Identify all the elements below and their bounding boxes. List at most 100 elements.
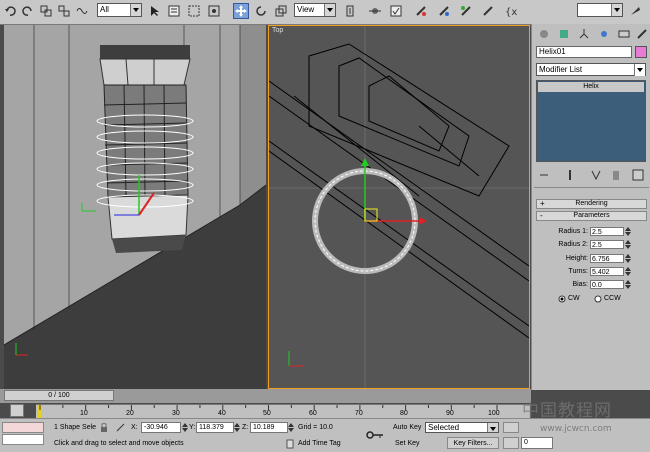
absolute-mode-icon[interactable] bbox=[116, 423, 126, 432]
angle-snap-icon[interactable] bbox=[413, 3, 429, 19]
pin-stack-icon[interactable] bbox=[536, 167, 552, 183]
spinner-icon[interactable] bbox=[625, 240, 631, 249]
time-tag-icon[interactable] bbox=[286, 439, 294, 449]
object-color-swatch[interactable] bbox=[635, 46, 647, 58]
redo-icon[interactable] bbox=[20, 3, 36, 19]
selection-filter-value: All bbox=[100, 5, 109, 14]
material-editor-icon[interactable] bbox=[627, 3, 643, 19]
rect-selection-icon[interactable] bbox=[186, 3, 202, 19]
tick-label: 30 bbox=[172, 410, 180, 417]
param-turns: Turns: 5.402 bbox=[536, 267, 648, 278]
parameters-rollout[interactable]: - Parameters bbox=[536, 211, 647, 221]
pivot-icon[interactable] bbox=[342, 3, 358, 19]
spinner-icon[interactable] bbox=[625, 227, 631, 236]
undo-icon[interactable] bbox=[2, 3, 18, 19]
named-selection-sets-dropdown[interactable] bbox=[577, 3, 623, 17]
select-move-icon[interactable] bbox=[233, 3, 249, 19]
perspective-viewport[interactable] bbox=[4, 25, 266, 389]
cw-radio[interactable]: CW bbox=[558, 294, 588, 304]
snap-icon[interactable] bbox=[388, 3, 404, 19]
param-value-field[interactable]: 5.402 bbox=[590, 267, 624, 276]
modifier-stack[interactable]: Helix bbox=[536, 80, 646, 162]
y-value: 118.379 bbox=[199, 424, 224, 431]
key-mode-dropdown[interactable]: Selected bbox=[425, 422, 499, 433]
maxscript-listener[interactable] bbox=[2, 422, 44, 433]
z-value: 10.189 bbox=[253, 424, 275, 431]
modifier-list-dropdown[interactable]: Modifier List bbox=[536, 63, 646, 76]
param-label: Radius 1: bbox=[558, 228, 588, 235]
spinner-icon[interactable] bbox=[625, 267, 631, 276]
param-radius2: Radius 2: 2.5 bbox=[536, 240, 648, 251]
tick-label: 70 bbox=[355, 410, 363, 417]
add-time-tag-button[interactable]: Add Time Tag bbox=[298, 440, 341, 447]
z-coordinate-field[interactable]: 10.189 bbox=[250, 422, 288, 433]
utilities-tab-icon[interactable] bbox=[634, 26, 650, 42]
param-bias: Bias: 0.0 bbox=[536, 280, 648, 291]
stack-item-helix[interactable]: Helix bbox=[538, 82, 644, 92]
spinner-icon[interactable] bbox=[288, 422, 294, 433]
minus-icon: - bbox=[540, 211, 543, 220]
mirror-icon[interactable] bbox=[367, 3, 383, 19]
select-by-name-icon[interactable] bbox=[166, 3, 182, 19]
create-tab-icon[interactable] bbox=[536, 26, 552, 42]
hierarchy-tab-icon[interactable] bbox=[576, 26, 592, 42]
object-name-field[interactable]: Helix01 bbox=[536, 46, 632, 58]
display-tab-icon[interactable] bbox=[616, 26, 632, 42]
param-label: Radius 2: bbox=[558, 241, 588, 248]
key-icon[interactable] bbox=[366, 431, 384, 439]
motion-tab-icon[interactable] bbox=[596, 26, 612, 42]
toggle-key-mode-icon[interactable] bbox=[503, 437, 519, 449]
chevron-down-icon bbox=[130, 4, 141, 16]
select-link-icon[interactable] bbox=[38, 3, 54, 19]
current-frame-field[interactable]: 0 bbox=[521, 437, 553, 449]
x-coordinate-field[interactable]: -30.946 bbox=[141, 422, 181, 433]
time-slider-label: 0 / 100 bbox=[48, 392, 70, 399]
auto-key-button[interactable]: Auto Key bbox=[393, 424, 421, 431]
param-radius1: Radius 1: 2.5 bbox=[536, 227, 648, 238]
spinner-icon[interactable] bbox=[182, 422, 188, 433]
spinner-icon[interactable] bbox=[234, 422, 240, 433]
ccw-radio[interactable]: CCW bbox=[594, 294, 630, 304]
spinner-icon[interactable] bbox=[625, 280, 631, 289]
reference-coord-dropdown[interactable]: View bbox=[294, 3, 336, 17]
percent-snap-icon[interactable] bbox=[436, 3, 452, 19]
named-selection-icon[interactable] bbox=[480, 3, 496, 19]
top-viewport[interactable]: Top bbox=[268, 25, 530, 389]
key-filters-button[interactable]: Key Filters... bbox=[447, 437, 499, 449]
stack-buttons bbox=[536, 167, 647, 181]
go-to-start-icon[interactable] bbox=[503, 422, 519, 433]
tick-label: 50 bbox=[263, 410, 271, 417]
time-slider[interactable]: 0 / 100 bbox=[4, 390, 114, 401]
maxscript-input[interactable] bbox=[2, 434, 44, 445]
lock-icon[interactable] bbox=[100, 423, 108, 432]
spinner-icon[interactable] bbox=[625, 254, 631, 263]
curly-braces-icon[interactable]: {x} bbox=[503, 3, 519, 19]
rendering-rollout[interactable]: + Rendering bbox=[536, 199, 647, 209]
modify-tab-icon[interactable] bbox=[556, 26, 572, 42]
remove-modifier-icon[interactable] bbox=[608, 167, 624, 183]
y-coordinate-field[interactable]: 118.379 bbox=[196, 422, 234, 433]
param-value-field[interactable]: 6.756 bbox=[590, 254, 624, 263]
open-mini-curve-editor-icon[interactable] bbox=[10, 404, 24, 417]
param-label: Turns: bbox=[568, 268, 588, 275]
unlink-icon[interactable] bbox=[56, 3, 72, 19]
set-key-button[interactable]: Set Key bbox=[395, 440, 420, 447]
make-unique-icon[interactable] bbox=[588, 167, 604, 183]
spinner-snap-icon[interactable] bbox=[458, 3, 474, 19]
param-value-field[interactable]: 0.0 bbox=[590, 280, 624, 289]
param-value-field[interactable]: 2.5 bbox=[590, 227, 624, 236]
plus-icon: + bbox=[540, 199, 545, 208]
configure-sets-icon[interactable] bbox=[630, 167, 646, 183]
command-panel: Helix01 Modifier List Helix + Rendering -… bbox=[531, 24, 650, 390]
reference-coord-value: View bbox=[297, 5, 315, 14]
track-bar[interactable]: 10 20 30 40 50 60 70 80 90 100 bbox=[36, 404, 530, 419]
selection-filter-dropdown[interactable]: All bbox=[97, 3, 142, 17]
select-scale-icon[interactable] bbox=[273, 3, 289, 19]
param-value-field[interactable]: 2.5 bbox=[590, 240, 624, 249]
select-rotate-icon[interactable] bbox=[253, 3, 269, 19]
bind-spacewarp-icon[interactable] bbox=[74, 3, 90, 19]
select-object-icon[interactable] bbox=[147, 3, 163, 19]
window-crossing-icon[interactable] bbox=[206, 3, 222, 19]
show-end-result-icon[interactable] bbox=[562, 167, 578, 183]
viewport-label: Top bbox=[272, 27, 284, 34]
